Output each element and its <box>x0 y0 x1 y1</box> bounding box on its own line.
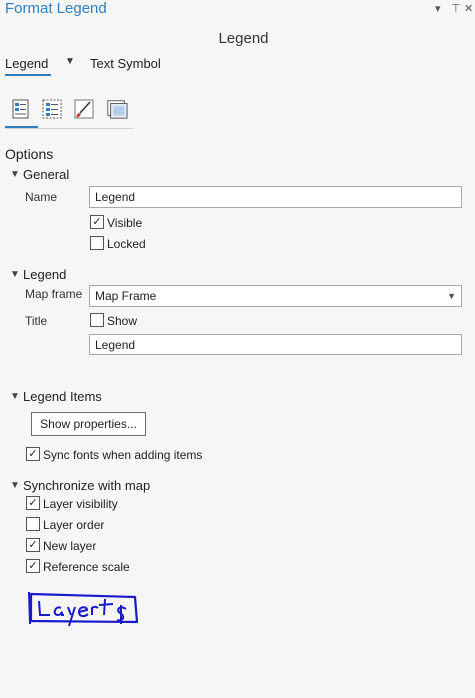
active-tab-indicator <box>5 74 51 76</box>
visible-checkbox[interactable]: ✓ <box>90 215 104 229</box>
show-properties-button[interactable]: Show properties... <box>31 412 146 436</box>
options-heading: Options <box>5 146 54 162</box>
check-icon: ✓ <box>28 447 38 460</box>
show-title-checkbox[interactable] <box>90 313 104 327</box>
check-icon: ✓ <box>92 215 102 228</box>
check-icon: ✓ <box>28 559 38 572</box>
chevron-down-icon[interactable]: ▼ <box>10 480 20 491</box>
locked-checkbox[interactable] <box>90 236 104 250</box>
options-icon[interactable] <box>10 98 32 120</box>
visible-label: Visible <box>107 216 143 230</box>
map-frame-value: Map Frame <box>95 289 157 303</box>
tab-text-symbol[interactable]: Text Symbol <box>90 56 161 71</box>
title-text-value: Legend <box>95 337 136 352</box>
chevron-down-icon: ▼ <box>447 291 456 301</box>
title-text-field[interactable]: Legend <box>89 334 462 355</box>
title-label: Title <box>25 314 48 328</box>
tab-legend[interactable]: Legend <box>5 56 48 71</box>
chevron-down-icon[interactable]: ▼ <box>10 391 20 402</box>
tab-dropdown-icon[interactable]: ▼ <box>65 56 75 67</box>
chevron-down-icon[interactable]: ▼ <box>10 269 20 280</box>
name-label: Name <box>25 190 58 204</box>
display-frame-icon[interactable] <box>106 98 128 120</box>
pane-title: Format Legend <box>5 0 107 17</box>
new-layer-checkbox[interactable]: ✓ <box>26 538 40 552</box>
name-field[interactable]: Legend <box>89 186 462 208</box>
chevron-down-icon[interactable]: ▼ <box>10 169 20 180</box>
legend-arrangement-icon[interactable] <box>41 98 63 120</box>
locked-label: Locked <box>107 237 146 251</box>
section-general-heading[interactable]: General <box>23 167 69 182</box>
check-icon: ✓ <box>28 538 38 551</box>
section-synchronize-heading[interactable]: Synchronize with map <box>23 478 150 493</box>
reference-scale-checkbox[interactable]: ✓ <box>26 559 40 573</box>
close-icon[interactable]: ✕ <box>464 2 473 15</box>
section-legend-items-heading[interactable]: Legend Items <box>23 389 102 404</box>
reference-scale-label: Reference scale <box>43 560 130 574</box>
section-legend-heading[interactable]: Legend <box>23 267 66 282</box>
symbol-brush-icon[interactable] <box>73 98 95 120</box>
map-frame-label: Map frame <box>25 287 83 301</box>
layer-visibility-checkbox[interactable]: ✓ <box>26 496 40 510</box>
map-frame-select[interactable]: Map Frame ▼ <box>89 285 462 307</box>
layer-order-label: Layer order <box>43 518 105 532</box>
new-layer-label: New layer <box>43 539 97 553</box>
layer-visibility-label: Layer visibility <box>43 497 118 511</box>
element-heading: Legend <box>218 30 269 47</box>
sync-fonts-checkbox[interactable]: ✓ <box>26 447 40 461</box>
show-title-label: Show <box>107 314 138 328</box>
icon-tab-divider <box>5 128 133 129</box>
name-value: Legend <box>95 190 136 204</box>
check-icon: ✓ <box>28 496 38 509</box>
layer-order-checkbox[interactable] <box>26 517 40 531</box>
pane-menu-icon[interactable]: ▾ <box>435 2 441 15</box>
pin-icon[interactable]: ⊥ <box>451 1 461 14</box>
sync-fonts-label: Sync fonts when adding items <box>43 448 203 462</box>
handwritten-annotation <box>28 591 139 627</box>
